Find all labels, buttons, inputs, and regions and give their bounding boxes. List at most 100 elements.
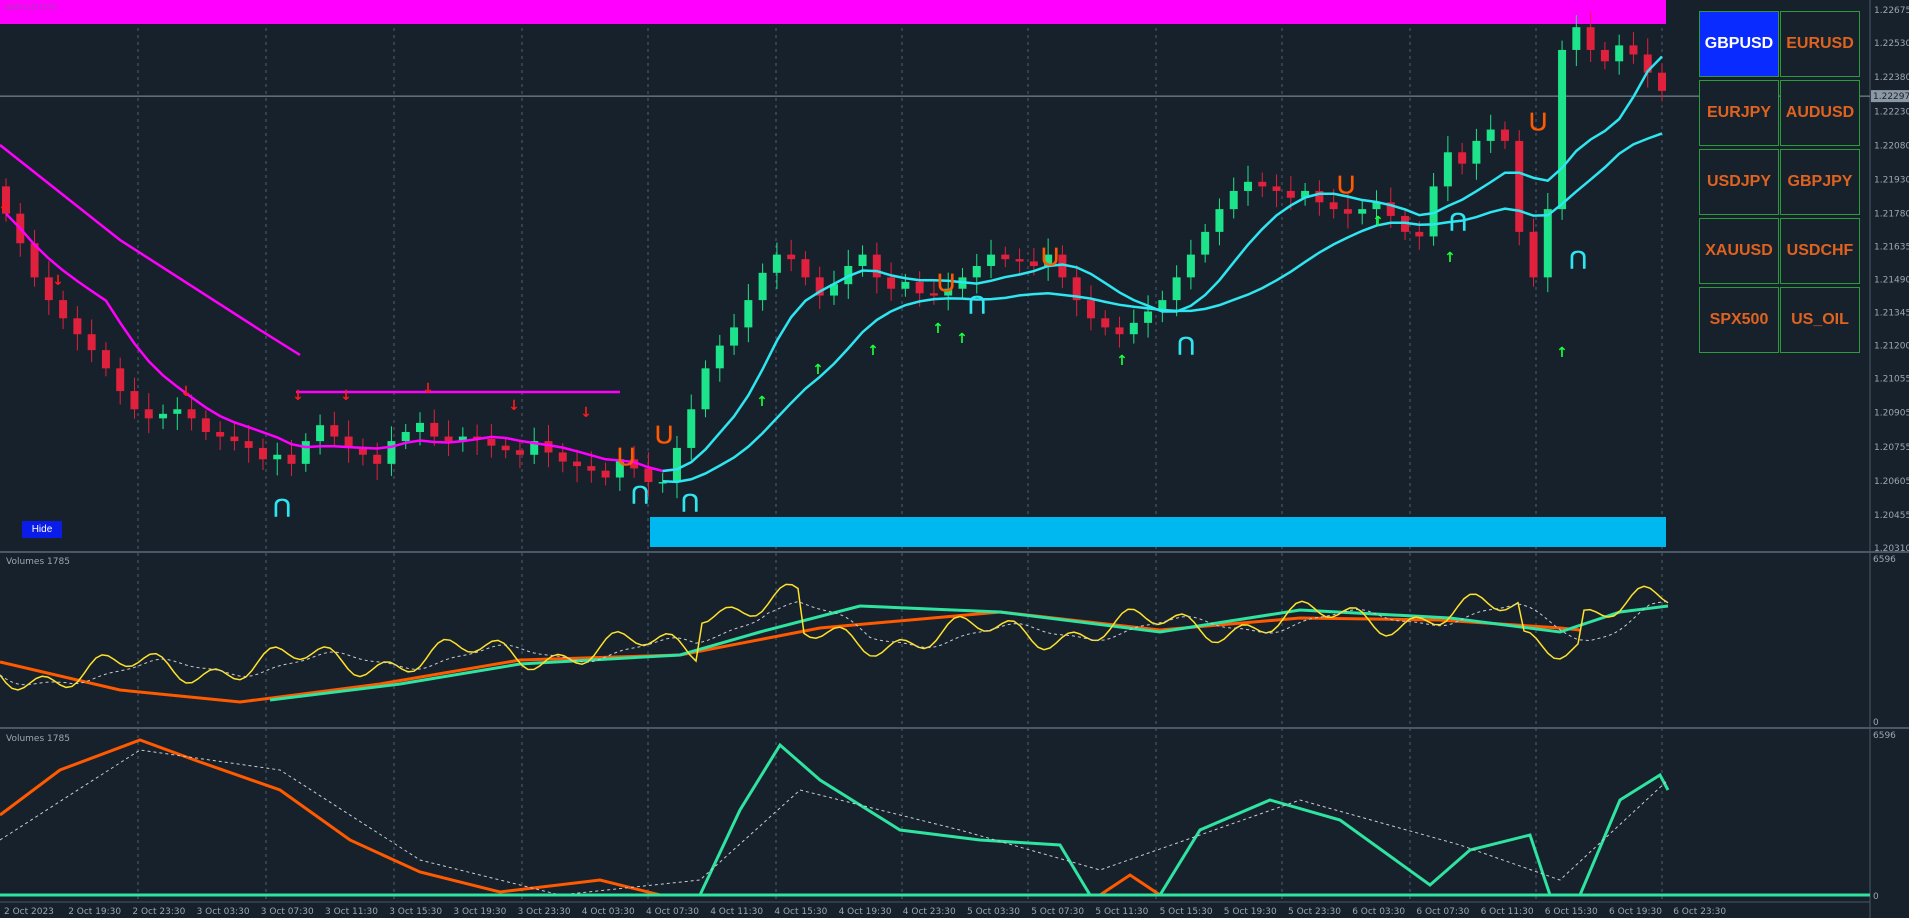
symbol-button-gbpjpy[interactable]: GBPJPY — [1780, 149, 1860, 215]
price-axis-label: 1.20755 — [1874, 443, 1909, 453]
candle-body — [701, 368, 710, 410]
candle-body — [173, 409, 182, 414]
sell-arrow-icon: ↓ — [422, 381, 434, 397]
candle-body — [1515, 140, 1524, 232]
candle-body — [801, 259, 810, 278]
reversal-up-icon: ⋂ — [1450, 208, 1467, 232]
time-axis-label: 2 Oct 2023 — [4, 907, 54, 917]
price-axis-label: 1.22675 — [1874, 6, 1909, 16]
candle-body — [587, 466, 596, 471]
ma-line-upper-left — [0, 144, 301, 357]
symbol-caption: GBPUSD,M30 — [4, 3, 57, 12]
candle-body — [972, 265, 981, 278]
candle-body — [373, 454, 382, 464]
candle-body — [316, 425, 325, 442]
buy-arrow-icon: ↑ — [1372, 214, 1384, 230]
candle-body — [1115, 327, 1124, 335]
symbol-button-eurusd[interactable]: EURUSD — [1780, 11, 1860, 77]
symbol-button-gbpusd[interactable]: GBPUSD — [1699, 11, 1779, 77]
buy-arrow-icon: ↑ — [812, 362, 824, 378]
sell-arrow-icon: ↓ — [52, 273, 64, 289]
sell-arrow-icon: ↓ — [180, 384, 192, 400]
price-axis-label: 1.21490 — [1874, 276, 1909, 286]
price-chart[interactable]: 1.22675 1.22530 1.22380 1.22230 1.22080 1.219… — [0, 0, 1909, 918]
time-axis-label: 4 Oct 15:30 — [774, 907, 827, 917]
candle-body — [273, 454, 282, 460]
symbol-button-audusd[interactable]: AUDUSD — [1780, 80, 1860, 146]
subwindow-1-max: 6596 — [1873, 555, 1896, 565]
candle-body — [1286, 190, 1295, 198]
candle-body — [59, 300, 68, 319]
volume2-line-orange — [0, 738, 1668, 897]
symbol-button-eurjpy[interactable]: EURJPY — [1699, 80, 1779, 146]
time-axis-label: 6 Oct 15:30 — [1545, 907, 1598, 917]
candle-body — [244, 441, 253, 448]
time-axis-label: 3 Oct 11:30 — [325, 907, 378, 917]
sell-arrow-icon: ↓ — [0, 198, 10, 214]
candle-body — [558, 452, 567, 462]
candle-body — [130, 391, 139, 410]
price-axis-label: 1.22380 — [1874, 73, 1909, 83]
time-axis-label: 4 Oct 11:30 — [710, 907, 763, 917]
candle-body — [1244, 181, 1252, 191]
candle-body — [1129, 322, 1138, 335]
candle-body — [915, 281, 924, 294]
candle-body — [1358, 209, 1367, 214]
time-axis-label: 3 Oct 19:30 — [453, 907, 506, 917]
candle-body — [1558, 49, 1567, 210]
time-axis-label: 5 Oct 11:30 — [1095, 907, 1148, 917]
symbol-button-xauusd[interactable]: XAUUSD — [1699, 218, 1779, 284]
chart-window[interactable]: 1.22675 1.22530 1.22380 1.22230 1.22080 1.219… — [0, 0, 1909, 918]
subwindow-2-title: Volumes 1785 — [6, 734, 70, 744]
time-axis-label: 2 Oct 23:30 — [132, 907, 185, 917]
candle-body — [1615, 45, 1624, 62]
symbol-button-us_oil[interactable]: US_OIL — [1780, 287, 1860, 353]
price-axis-label: 1.20905 — [1874, 409, 1909, 419]
reversal-up-icon: ⋂ — [274, 494, 291, 518]
buy-arrow-icon: ↑ — [867, 343, 879, 359]
time-axis-label: 3 Oct 23:30 — [518, 907, 571, 917]
candle-body — [644, 468, 653, 483]
candle-body — [573, 461, 582, 467]
candle-body — [416, 422, 424, 433]
symbol-button-usdchf[interactable]: USDCHF — [1780, 218, 1860, 284]
subwindow-1-min: 0 — [1873, 718, 1879, 728]
candle-body — [1543, 209, 1552, 278]
subwindow-2-max: 6596 — [1873, 731, 1896, 741]
ma-line-cyan — [662, 55, 1663, 473]
candle-body — [687, 409, 696, 448]
candle-body — [1486, 129, 1495, 141]
subwindow-2-min: 0 — [1873, 892, 1879, 902]
session-bar — [0, 0, 1666, 24]
ma-line-magenta — [5, 212, 678, 473]
candle-body — [1201, 231, 1210, 255]
candle-body — [501, 445, 510, 451]
candle-body — [1272, 186, 1281, 191]
hide-button[interactable]: Hide — [22, 521, 62, 538]
price-axis-label: 1.21345 — [1874, 309, 1909, 319]
time-axis-label: 4 Oct 19:30 — [839, 907, 892, 917]
candle-body — [1101, 318, 1110, 328]
price-axis-label: 1.21200 — [1874, 342, 1909, 352]
candle-body — [1658, 72, 1666, 91]
symbol-button-spx500[interactable]: SPX500 — [1699, 287, 1779, 353]
candle-body — [1329, 202, 1338, 210]
candle-body — [1172, 277, 1181, 301]
time-axis-label: 6 Oct 23:30 — [1673, 907, 1726, 917]
buy-arrow-icon: ↑ — [1556, 345, 1568, 361]
candle-body — [730, 327, 739, 346]
candle-body — [87, 334, 96, 351]
reversal-down-icon: ⋃ — [656, 421, 673, 445]
time-axis-label: 5 Oct 19:30 — [1224, 907, 1277, 917]
subwindow-1-title: Volumes 1785 — [6, 557, 70, 567]
time-axis-label: 6 Oct 11:30 — [1481, 907, 1534, 917]
price-axis-label: 1.22230 — [1874, 107, 1909, 117]
candle-body — [1144, 311, 1153, 323]
time-axis-label: 5 Oct 03:30 — [967, 907, 1020, 917]
candle-body — [330, 425, 339, 437]
symbol-button-usdjpy[interactable]: USDJPY — [1699, 149, 1779, 215]
candle-body — [1472, 140, 1481, 164]
candle-body — [787, 254, 796, 260]
candle-body — [159, 413, 168, 419]
candle-body — [387, 441, 396, 464]
